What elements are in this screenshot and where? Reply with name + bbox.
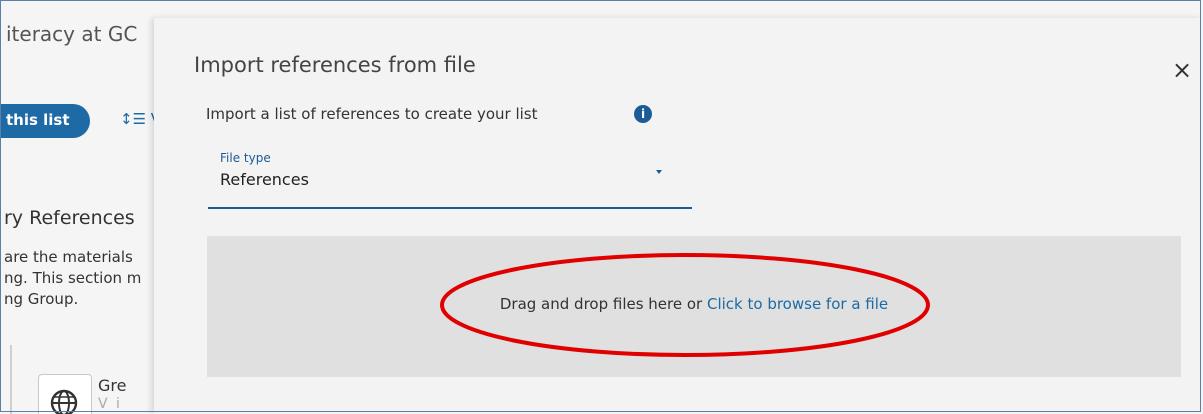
globe-icon — [50, 389, 78, 414]
dialog-subtitle: Import a list of references to create yo… — [206, 105, 538, 123]
dropzone-instruction: Drag and drop files here or — [499, 295, 707, 313]
resource-title[interactable]: Gre — [98, 376, 126, 395]
browse-file-link[interactable]: Click to browse for a file — [707, 295, 888, 313]
info-icon[interactable]: i — [634, 105, 652, 123]
file-type-value: References — [220, 170, 309, 189]
dropzone-text: Drag and drop files here or Click to bro… — [207, 295, 1181, 313]
import-references-dialog: Import references from file × Import a l… — [154, 18, 1203, 414]
file-dropzone[interactable]: Drag and drop files here or Click to bro… — [207, 236, 1181, 377]
resource-thumbnail[interactable] — [38, 374, 92, 414]
file-type-label: File type — [220, 151, 271, 165]
description-line: ng. This section m — [4, 269, 142, 287]
section-description: are the materials ng. This section m ng … — [4, 247, 141, 310]
section-heading: ry References — [4, 207, 135, 229]
file-type-select[interactable]: File type References — [208, 146, 692, 209]
add-to-list-button[interactable]: this list — [0, 104, 90, 138]
chevron-down-icon — [656, 170, 662, 174]
page-title: iteracy at GC — [6, 22, 138, 46]
background-page: iteracy at GC this list ↕☰ V ry Referenc… — [0, 0, 170, 414]
close-icon[interactable]: × — [1170, 58, 1194, 82]
description-line: are the materials — [4, 248, 133, 266]
dialog-title: Import references from file — [194, 53, 476, 77]
list-separator — [10, 345, 12, 414]
resource-subtitle: V i — [98, 396, 122, 412]
description-line: ng Group. — [4, 290, 79, 308]
